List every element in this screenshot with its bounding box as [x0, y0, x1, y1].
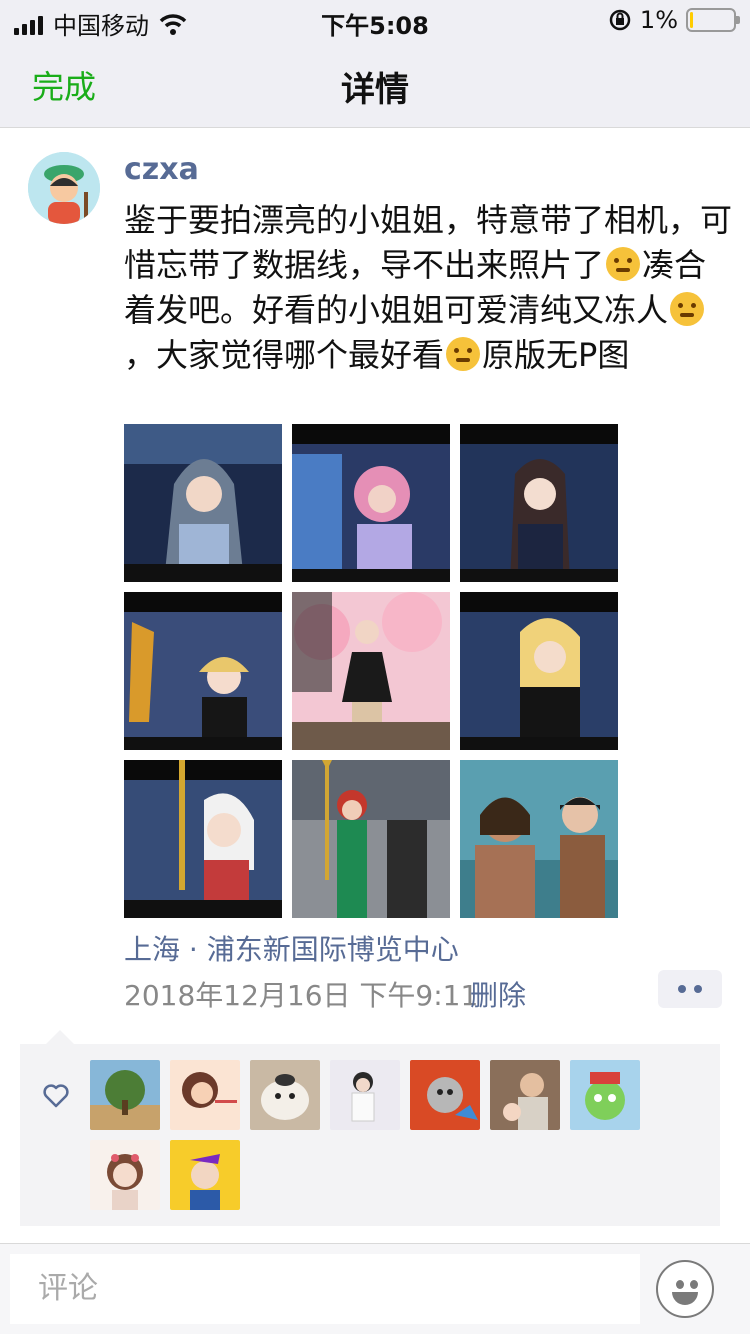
post-text-part-4: 原版无P图: [482, 336, 630, 374]
cosplay-photo-7[interactable]: [124, 760, 282, 918]
rotation-lock-icon: [609, 9, 631, 31]
location-link[interactable]: 上海 · 浦东新国际博览中心: [124, 928, 459, 968]
thinking-emoji-icon: [606, 247, 641, 281]
nav-bar: 完成 详情: [0, 40, 750, 128]
grinning-emoji-icon: [670, 292, 705, 326]
like-avatar-list: [90, 1060, 650, 1210]
username[interactable]: czxa: [124, 152, 199, 187]
heart-icon: [43, 1084, 69, 1108]
avatar-illustration: [28, 152, 100, 224]
like-avatar-3[interactable]: [250, 1060, 320, 1130]
dot-icon: [678, 985, 686, 993]
delete-button[interactable]: 删除: [470, 974, 526, 1014]
like-avatar-8[interactable]: [90, 1140, 160, 1210]
more-actions-button[interactable]: [658, 970, 722, 1008]
like-avatar-7[interactable]: [570, 1060, 640, 1130]
like-avatar-5[interactable]: [410, 1060, 480, 1130]
cosplay-photo-9[interactable]: [460, 760, 618, 918]
cosplay-photo-3[interactable]: [460, 424, 618, 582]
like-avatar-1[interactable]: [90, 1060, 160, 1130]
status-right: 1%: [608, 6, 740, 34]
likes-section: [20, 1030, 720, 1226]
post-timestamp: 2018年12月16日 下午9:11: [124, 979, 479, 1012]
post-text: 鉴于要拍漂亮的小姐姐，特意带了相机，可惜忘带了数据线，导不出来照片了 凑合着发吧。…: [124, 198, 734, 378]
like-avatar-4[interactable]: [330, 1060, 400, 1130]
battery-percent: 1%: [639, 6, 678, 34]
cosplay-photo-1[interactable]: [124, 424, 282, 582]
cosplay-photo-2[interactable]: [292, 424, 450, 582]
cosplay-photo-4[interactable]: [124, 592, 282, 750]
cosplay-photo-8[interactable]: [292, 760, 450, 918]
avatar[interactable]: [28, 152, 100, 224]
battery-icon: [686, 8, 740, 32]
comment-input[interactable]: [10, 1254, 640, 1324]
post-text-part-3: ，大家觉得哪个最好看: [124, 336, 445, 374]
smiley-icon[interactable]: [656, 1260, 714, 1318]
like-avatar-2[interactable]: [170, 1060, 240, 1130]
like-avatar-9[interactable]: [170, 1140, 240, 1210]
cosplay-photo-5[interactable]: [292, 592, 450, 750]
like-avatar-6[interactable]: [490, 1060, 560, 1130]
post-text-part-1: 鉴于要拍漂亮的小姐姐，特意带了相机，可惜忘带了数据线，导不出来照片了: [124, 201, 733, 284]
battery-fill: [690, 12, 693, 28]
status-bar: 中国移动 下午5:08 1%: [0, 0, 750, 40]
photo-grid: [124, 424, 624, 918]
moment-post: czxa 鉴于要拍漂亮的小姐姐，特意带了相机，可惜忘带了数据线，导不出来照片了凑…: [0, 128, 750, 1243]
dot-icon: [694, 985, 702, 993]
page-title: 详情: [341, 70, 409, 110]
smirk-emoji-icon: [446, 337, 481, 371]
cosplay-photo-6[interactable]: [460, 592, 618, 750]
comment-bar: [0, 1243, 750, 1334]
